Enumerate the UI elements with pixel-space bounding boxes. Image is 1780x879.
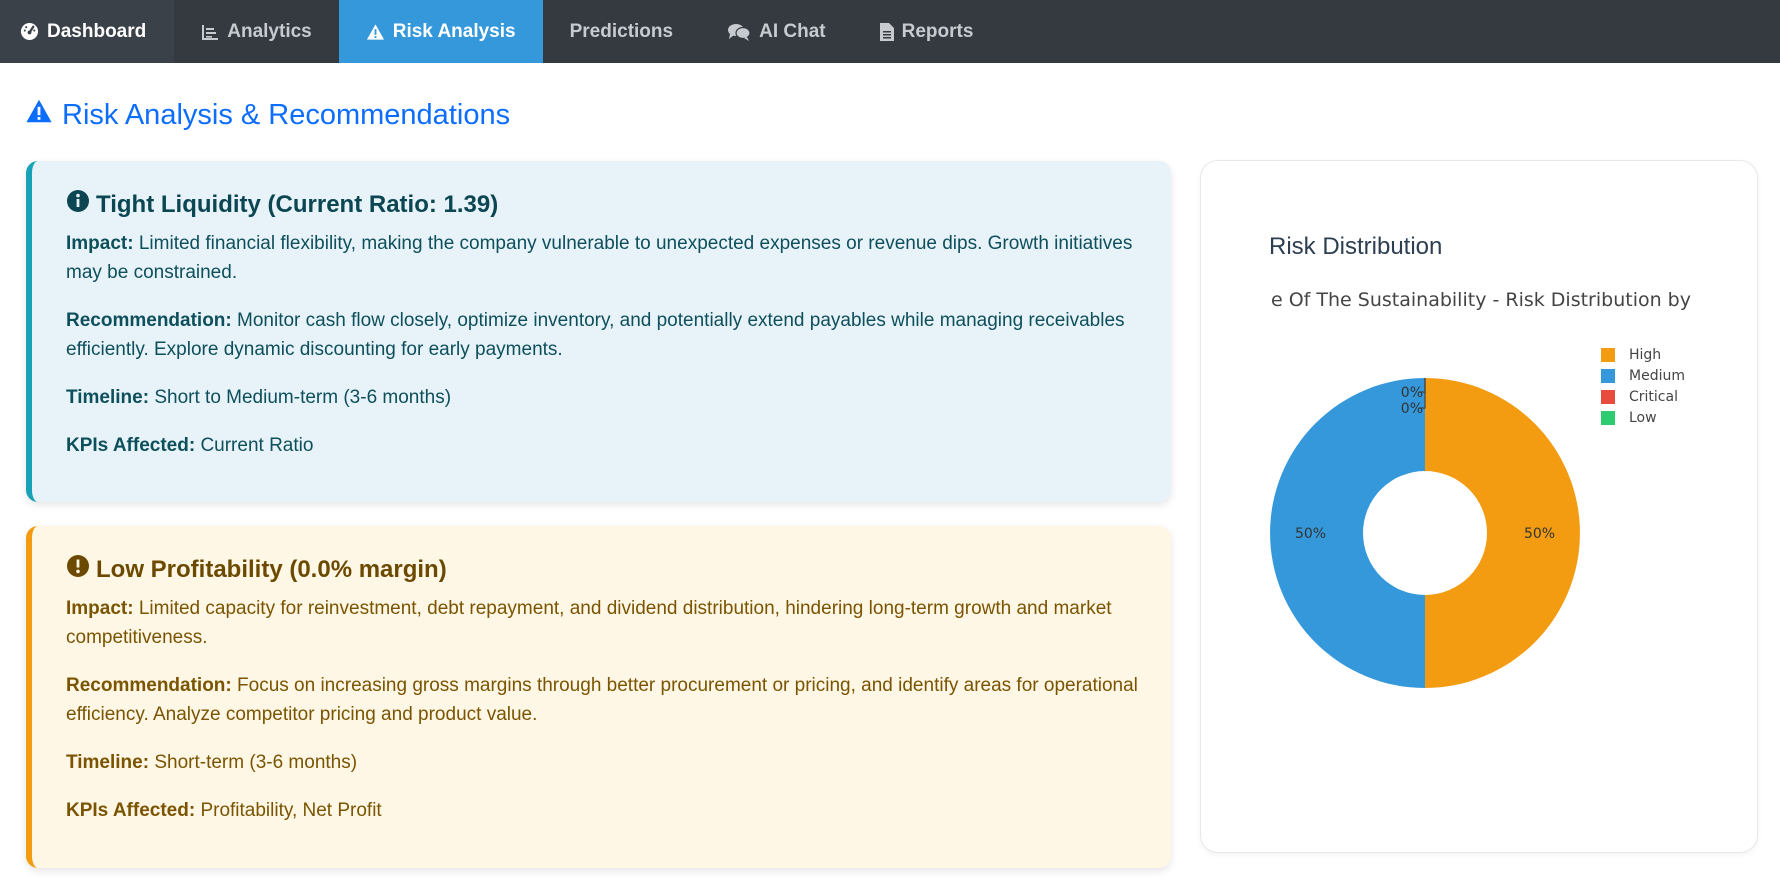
legend-swatch — [1601, 368, 1615, 383]
warning-triangle-icon — [366, 23, 385, 41]
slice-label-low: 0% — [1401, 401, 1423, 417]
nav-analytics-label: Analytics — [227, 20, 312, 42]
slice-high[interactable] — [1425, 378, 1580, 688]
risk-card-title: Tight Liquidity (Current Ratio: 1.39) — [66, 189, 1139, 221]
legend-swatch — [1601, 347, 1615, 362]
legend-item-high[interactable]: High — [1601, 344, 1685, 365]
risk-card-title-text: Tight Liquidity (Current Ratio: 1.39) — [96, 191, 499, 218]
dashboard-gauge-icon — [20, 22, 39, 41]
exclamation-circle-icon — [66, 554, 90, 586]
warning-triangle-icon — [25, 98, 53, 132]
timeline-text: Timeline: Short-term (3-6 months) — [66, 752, 358, 773]
legend-item-medium[interactable]: Medium — [1601, 365, 1685, 386]
legend-item-critical[interactable]: Critical — [1601, 386, 1685, 407]
chart-line-icon — [201, 23, 219, 41]
timeline-text: Timeline: Short to Medium-term (3-6 mont… — [66, 387, 452, 408]
nav-ai-chat[interactable]: AI Chat — [700, 0, 853, 63]
recommendation-text: Recommendation: Monitor cash flow closel… — [66, 310, 1125, 360]
nav-analytics[interactable]: Analytics — [174, 0, 338, 63]
legend-swatch — [1601, 410, 1615, 425]
page-title-text: Risk Analysis & Recommendations — [62, 98, 511, 131]
nav-risk-analysis-label: Risk Analysis — [392, 20, 516, 42]
legend-item-low[interactable]: Low — [1601, 407, 1685, 428]
slice-label-medium: 50% — [1295, 526, 1326, 542]
risk-donut-chart[interactable]: 50% 50% 0%0% — [1201, 161, 1757, 852]
slice-label-critical: 0% — [1401, 385, 1423, 401]
kpis-text: KPIs Affected: Current Ratio — [66, 435, 314, 456]
legend-label: Medium — [1629, 367, 1685, 384]
legend-label: Critical — [1629, 388, 1678, 405]
impact-text: Impact: Limited capacity for reinvestmen… — [66, 598, 1112, 648]
nav-dashboard-label: Dashboard — [47, 20, 147, 42]
risk-card-profitability: Low Profitability (0.0% margin) Impact: … — [26, 526, 1171, 868]
nav-ai-chat-label: AI Chat — [759, 20, 826, 42]
nav-risk-analysis[interactable]: Risk Analysis — [338, 0, 543, 63]
top-nav: Dashboard Analytics Risk Analysis Predic… — [0, 0, 1780, 63]
slice-medium[interactable] — [1270, 378, 1425, 688]
nav-dashboard[interactable]: Dashboard — [0, 0, 175, 63]
legend-swatch — [1601, 389, 1615, 404]
recommendation-text: Recommendation: Focus on increasing gros… — [66, 675, 1138, 725]
risk-distribution-panel: Risk Distribution e Of The Sustainabilit… — [1200, 160, 1758, 853]
page-title: Risk Analysis & Recommendations — [25, 98, 510, 132]
nav-predictions-label: Predictions — [569, 20, 674, 42]
risk-card-title-text: Low Profitability (0.0% margin) — [96, 556, 447, 583]
nav-predictions[interactable]: Predictions — [543, 0, 700, 63]
nav-reports[interactable]: Reports — [853, 0, 1001, 63]
file-document-icon — [879, 22, 894, 41]
risk-card-title: Low Profitability (0.0% margin) — [66, 554, 1139, 586]
kpis-text: KPIs Affected: Profitability, Net Profit — [66, 800, 382, 821]
slice-label-high: 50% — [1524, 526, 1555, 542]
risk-card-liquidity: Tight Liquidity (Current Ratio: 1.39) Im… — [26, 161, 1171, 502]
legend-label: Low — [1629, 409, 1657, 426]
nav-reports-label: Reports — [901, 20, 974, 42]
info-circle-icon — [66, 189, 90, 221]
chart-legend: High Medium Critical Low — [1601, 344, 1685, 428]
legend-label: High — [1629, 346, 1662, 363]
impact-text: Impact: Limited financial flexibility, m… — [66, 233, 1133, 283]
comments-icon — [727, 23, 751, 41]
